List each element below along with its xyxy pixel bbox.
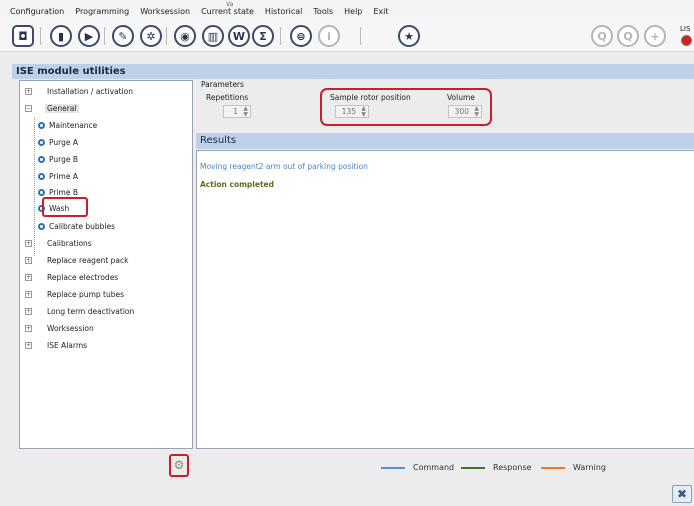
- menu-configuration[interactable]: Configuration: [10, 7, 64, 16]
- tree-item-replace-pump-tubes[interactable]: + Replace pump tubes: [25, 288, 124, 302]
- tree-item-long-term-deactivation[interactable]: + Long term deactivation: [25, 305, 134, 319]
- collapse-icon[interactable]: −: [25, 105, 32, 112]
- query-icon[interactable]: Q: [591, 25, 613, 47]
- query-check-icon[interactable]: Q: [617, 25, 639, 47]
- expand-icon[interactable]: +: [25, 88, 32, 95]
- menu-tools[interactable]: Tools: [313, 7, 333, 16]
- menu-bar: Configuration Programming Worksession Cu…: [0, 0, 694, 22]
- results-log: Moving reagent2 arm out of parking posit…: [196, 150, 694, 449]
- add-icon[interactable]: +: [644, 25, 666, 47]
- action-icon: [38, 122, 45, 129]
- wash-highlight: [42, 197, 88, 217]
- repetitions-stepper[interactable]: 1 ▲ ▼: [223, 105, 251, 118]
- expand-icon[interactable]: +: [25, 325, 32, 332]
- close-icon[interactable]: ✖: [672, 485, 692, 503]
- results-title: Results: [196, 133, 694, 149]
- expand-icon[interactable]: +: [25, 308, 32, 315]
- sum-icon[interactable]: Σ: [252, 25, 274, 47]
- worksession-icon[interactable]: W: [228, 25, 250, 47]
- legend-response: Response: [461, 463, 531, 472]
- result-line-response: Action completed: [200, 180, 274, 189]
- menu-historical[interactable]: Historical: [265, 7, 302, 16]
- stepper-arrows-icon[interactable]: ▲ ▼: [243, 106, 248, 118]
- eye-icon[interactable]: ◉: [174, 25, 196, 47]
- database-icon[interactable]: ⊜: [290, 25, 312, 47]
- wheel-icon[interactable]: ✲: [140, 25, 162, 47]
- rotor-icon[interactable]: ▮: [50, 25, 72, 47]
- action-icon: [38, 189, 45, 196]
- window-title: ISE module utilities: [12, 64, 694, 79]
- menu-exit[interactable]: Exit: [373, 7, 388, 16]
- gear-highlight: [169, 454, 189, 477]
- lis-label: LIS: [680, 25, 691, 33]
- tree-item-prime-a[interactable]: Prime A: [38, 170, 78, 184]
- expand-icon[interactable]: +: [25, 291, 32, 298]
- tree-item-replace-reagent-pack[interactable]: + Replace reagent pack: [25, 254, 128, 268]
- tree-item-calibrate-bubbles[interactable]: Calibrate bubbles: [38, 220, 115, 234]
- parameters-title: Parameters: [201, 80, 244, 89]
- tree-item-purge-a[interactable]: Purge A: [38, 136, 78, 150]
- expand-icon[interactable]: +: [25, 240, 32, 247]
- expand-icon[interactable]: +: [25, 257, 32, 264]
- tree-item-worksession[interactable]: + Worksession: [25, 322, 94, 336]
- action-icon: [38, 173, 45, 180]
- legend-swatch: [381, 466, 405, 469]
- parameters-highlight: [320, 88, 492, 126]
- star-icon[interactable]: ★: [398, 25, 420, 47]
- tree-item-general[interactable]: − General: [25, 102, 79, 116]
- legend-warning: Warning: [541, 463, 606, 472]
- tree-item-replace-electrodes[interactable]: + Replace electrodes: [25, 271, 118, 285]
- legend-swatch: [461, 466, 485, 469]
- panel-icon[interactable]: ▥: [202, 25, 224, 47]
- tree-item-ise-alarms[interactable]: + ISE Alarms: [25, 339, 87, 353]
- action-icon: [38, 139, 45, 146]
- camera-icon[interactable]: ◘: [12, 25, 34, 47]
- legend-swatch: [541, 466, 565, 469]
- repetitions-label: Repetitions: [206, 93, 249, 102]
- expand-icon[interactable]: +: [25, 342, 32, 349]
- legend-command: Command: [381, 463, 454, 472]
- tree-item-calibrations[interactable]: + Calibrations: [25, 237, 92, 251]
- menu-help[interactable]: Help: [344, 7, 362, 16]
- menu-programming[interactable]: Programming: [75, 7, 129, 16]
- tree-item-maintenance[interactable]: Maintenance: [38, 119, 97, 133]
- pen-icon[interactable]: ✎: [112, 25, 134, 47]
- action-icon: [38, 223, 45, 230]
- info-icon[interactable]: i: [318, 25, 340, 47]
- tree-item-installation[interactable]: + Installation / activation: [25, 85, 133, 99]
- expand-icon[interactable]: +: [25, 274, 32, 281]
- menu-tiny-mark: Va: [226, 1, 234, 8]
- result-line-command: Moving reagent2 arm out of parking posit…: [200, 162, 368, 171]
- toolbar: ◘ ▮ ▶ ✎ ✲ ◉ ▥ W Σ ⊜ i ★ Q Q + LIS: [0, 22, 694, 52]
- sample-icon[interactable]: ▶: [78, 25, 100, 47]
- tree-item-purge-b[interactable]: Purge B: [38, 153, 78, 167]
- action-icon: [38, 156, 45, 163]
- menu-worksession[interactable]: Worksession: [140, 7, 190, 16]
- utilities-tree: + Installation / activation − General Ma…: [19, 80, 193, 449]
- lis-status-led: [681, 35, 692, 46]
